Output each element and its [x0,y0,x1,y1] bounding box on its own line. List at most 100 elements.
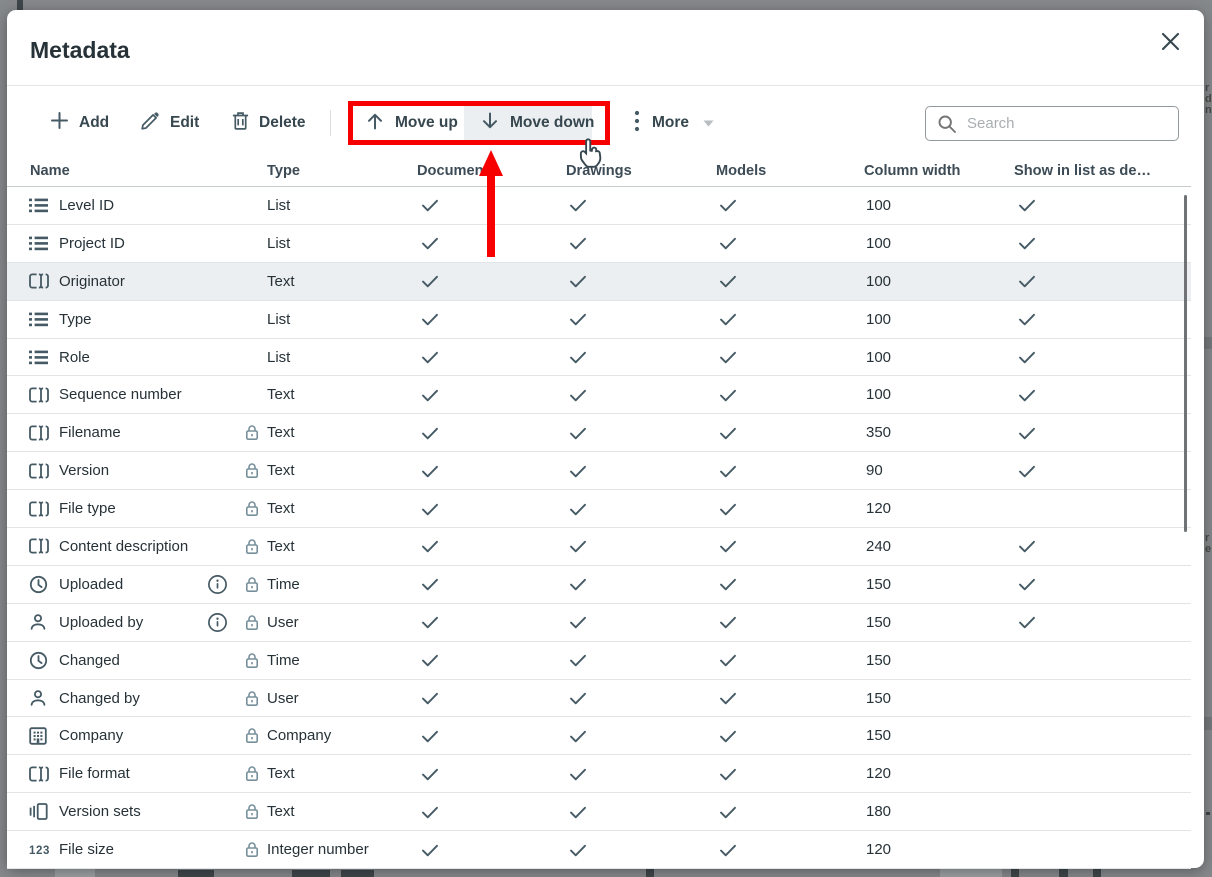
row-column-width: 100 [866,187,891,224]
table-row[interactable]: OriginatorText100 [7,263,1191,301]
checkmark-icon [717,680,739,717]
annotation-arrow [487,174,495,257]
close-button[interactable] [1159,33,1181,55]
user-icon [29,680,55,717]
checkmark-icon [419,680,441,717]
search-input[interactable] [965,114,1178,133]
search-box [925,106,1179,141]
edit-button[interactable]: Edit [140,103,199,143]
close-icon [1161,32,1180,56]
table-row[interactable]: RoleList100 [7,339,1191,377]
edit-button-label: Edit [170,114,199,132]
checkmark-icon [567,528,589,565]
row-type: Text [267,414,295,451]
background-fragment [1206,812,1210,815]
checkmark-icon [419,376,441,413]
column-header-type: Type [267,163,300,179]
lock-icon [245,755,261,792]
lock-icon [245,490,261,527]
checkmark-icon [567,490,589,527]
table-row[interactable]: Level IDList100 [7,187,1191,225]
search-icon [937,114,957,134]
delete-button[interactable]: Delete [232,103,306,143]
table-row[interactable]: VersionText90 [7,452,1191,490]
checkmark-icon [419,452,441,489]
checkmark-icon [567,831,589,868]
chevron-down-icon [703,120,714,127]
checkmark-icon [567,642,589,679]
annotation-arrow-head-icon [479,150,503,176]
lock-icon [245,680,261,717]
lock-icon [245,414,261,451]
add-button[interactable]: Add [50,103,109,143]
row-column-width: 100 [866,339,891,376]
row-column-width: 120 [866,831,891,868]
row-type: Time [267,642,300,679]
table-row[interactable]: File typeText120 [7,490,1191,528]
annotation-highlight-box [348,101,610,145]
checkmark-icon [567,225,589,262]
background-fragment [646,869,654,877]
checkmark-icon [567,452,589,489]
row-column-width: 100 [866,225,891,262]
column-header-models: Models [716,163,766,179]
add-button-label: Add [79,114,109,132]
list-icon [29,225,55,262]
row-name: Company [59,717,123,754]
checkmark-icon [419,187,441,224]
user-icon [29,604,55,641]
checkmark-icon [717,755,739,792]
table-row[interactable]: UploadedTime150 [7,566,1191,604]
checkmark-icon [1016,414,1038,451]
table-row[interactable]: Changed byUser150 [7,680,1191,718]
info-icon[interactable] [207,566,229,603]
text-icon [29,490,55,527]
divider [7,85,1204,86]
info-icon[interactable] [207,604,229,641]
table-row[interactable]: Sequence numberText100 [7,376,1191,414]
column-header-column-width: Column width [864,163,960,179]
background-fragment [1011,869,1019,877]
lock-icon [245,642,261,679]
table-row[interactable]: Project IDList100 [7,225,1191,263]
checkmark-icon [717,376,739,413]
background-fragment [341,870,374,877]
row-name: Originator [59,263,125,300]
row-name: File size [59,831,114,868]
checkmark-icon [717,831,739,868]
row-name: File format [59,755,130,792]
vertical-scrollbar-thumb[interactable] [1184,195,1187,532]
table-row[interactable]: FilenameText350 [7,414,1191,452]
row-name: Content description [59,528,188,565]
background-clipped-text: rdn [1205,83,1212,117]
list-icon [29,339,55,376]
table-row[interactable]: TypeList100 [7,301,1191,339]
checkmark-icon [1016,566,1038,603]
checkmark-icon [419,263,441,300]
row-name: Version sets [59,793,141,830]
table-row[interactable]: Uploaded byUser150 [7,604,1191,642]
checkmark-icon [717,604,739,641]
row-type: Text [267,263,295,300]
row-name: Role [59,339,90,376]
background-fragment [940,869,1002,877]
row-name: Uploaded [59,566,123,603]
checkmark-icon [1016,263,1038,300]
table-row[interactable]: Version setsText180 [7,793,1191,831]
lock-icon [245,566,261,603]
lock-icon [245,604,261,641]
checkmark-icon [717,717,739,754]
checkmark-icon [419,831,441,868]
table-row[interactable]: File formatText120 [7,755,1191,793]
table-row[interactable]: CompanyCompany150 [7,717,1191,755]
table-row[interactable]: Content descriptionText240 [7,528,1191,566]
checkmark-icon [717,528,739,565]
checkmark-icon [717,301,739,338]
table-row[interactable]: ChangedTime150 [7,642,1191,680]
row-column-width: 150 [866,604,891,641]
row-name: Sequence number [59,376,182,413]
checkmark-icon [717,566,739,603]
table-row[interactable]: 123File sizeInteger number120 [7,831,1191,869]
row-column-width: 120 [866,755,891,792]
more-button[interactable]: More [634,103,714,143]
